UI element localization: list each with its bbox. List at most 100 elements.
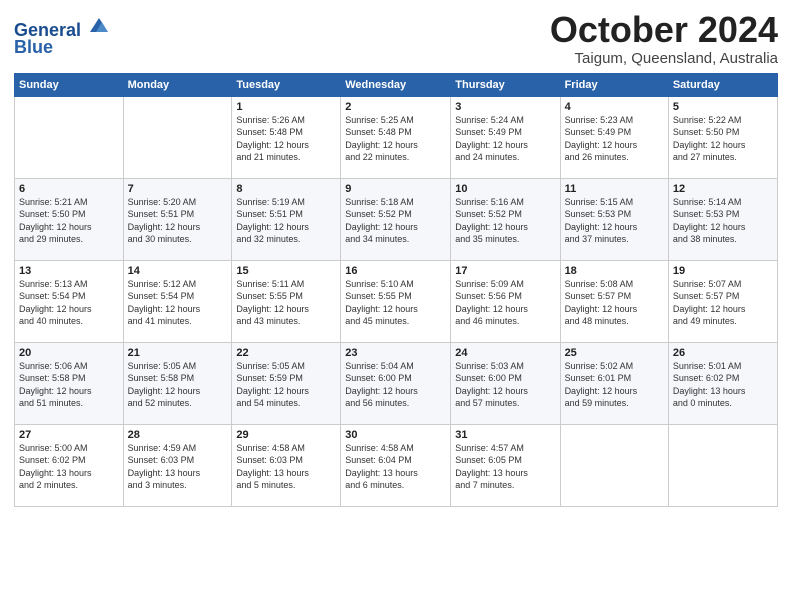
- day-info: Sunrise: 5:04 AM Sunset: 6:00 PM Dayligh…: [345, 360, 446, 410]
- table-row: 6Sunrise: 5:21 AM Sunset: 5:50 PM Daylig…: [15, 178, 124, 260]
- day-info: Sunrise: 5:20 AM Sunset: 5:51 PM Dayligh…: [128, 196, 228, 246]
- day-number: 3: [455, 101, 555, 113]
- page-header: General Blue October 2024 Taigum, Queens…: [14, 10, 778, 67]
- day-info: Sunrise: 5:01 AM Sunset: 6:02 PM Dayligh…: [673, 360, 773, 410]
- day-number: 1: [236, 101, 336, 113]
- day-info: Sunrise: 5:10 AM Sunset: 5:55 PM Dayligh…: [345, 278, 446, 328]
- table-row: 20Sunrise: 5:06 AM Sunset: 5:58 PM Dayli…: [15, 342, 124, 424]
- day-info: Sunrise: 5:26 AM Sunset: 5:48 PM Dayligh…: [236, 114, 336, 164]
- day-number: 13: [19, 265, 119, 277]
- day-number: 7: [128, 183, 228, 195]
- logo-text-block: General Blue: [14, 14, 110, 58]
- calendar-week-row: 13Sunrise: 5:13 AM Sunset: 5:54 PM Dayli…: [15, 260, 778, 342]
- day-info: Sunrise: 5:00 AM Sunset: 6:02 PM Dayligh…: [19, 442, 119, 492]
- table-row: 4Sunrise: 5:23 AM Sunset: 5:49 PM Daylig…: [560, 96, 668, 178]
- day-info: Sunrise: 4:58 AM Sunset: 6:04 PM Dayligh…: [345, 442, 446, 492]
- calendar-week-row: 1Sunrise: 5:26 AM Sunset: 5:48 PM Daylig…: [15, 96, 778, 178]
- day-number: 8: [236, 183, 336, 195]
- day-number: 17: [455, 265, 555, 277]
- day-number: 12: [673, 183, 773, 195]
- day-info: Sunrise: 5:22 AM Sunset: 5:50 PM Dayligh…: [673, 114, 773, 164]
- title-block: October 2024 Taigum, Queensland, Austral…: [550, 10, 778, 67]
- table-row: [123, 96, 232, 178]
- day-info: Sunrise: 5:21 AM Sunset: 5:50 PM Dayligh…: [19, 196, 119, 246]
- calendar-header-row: Sunday Monday Tuesday Wednesday Thursday…: [15, 73, 778, 96]
- day-info: Sunrise: 5:06 AM Sunset: 5:58 PM Dayligh…: [19, 360, 119, 410]
- table-row: 29Sunrise: 4:58 AM Sunset: 6:03 PM Dayli…: [232, 424, 341, 506]
- day-number: 18: [565, 265, 664, 277]
- day-info: Sunrise: 5:07 AM Sunset: 5:57 PM Dayligh…: [673, 278, 773, 328]
- table-row: [668, 424, 777, 506]
- day-number: 15: [236, 265, 336, 277]
- day-info: Sunrise: 5:13 AM Sunset: 5:54 PM Dayligh…: [19, 278, 119, 328]
- table-row: 28Sunrise: 4:59 AM Sunset: 6:03 PM Dayli…: [123, 424, 232, 506]
- day-info: Sunrise: 5:23 AM Sunset: 5:49 PM Dayligh…: [565, 114, 664, 164]
- day-number: 30: [345, 429, 446, 441]
- table-row: 13Sunrise: 5:13 AM Sunset: 5:54 PM Dayli…: [15, 260, 124, 342]
- day-info: Sunrise: 5:15 AM Sunset: 5:53 PM Dayligh…: [565, 196, 664, 246]
- day-number: 24: [455, 347, 555, 359]
- calendar-week-row: 6Sunrise: 5:21 AM Sunset: 5:50 PM Daylig…: [15, 178, 778, 260]
- day-info: Sunrise: 5:19 AM Sunset: 5:51 PM Dayligh…: [236, 196, 336, 246]
- header-monday: Monday: [123, 73, 232, 96]
- location-subtitle: Taigum, Queensland, Australia: [550, 50, 778, 67]
- day-info: Sunrise: 5:08 AM Sunset: 5:57 PM Dayligh…: [565, 278, 664, 328]
- table-row: 21Sunrise: 5:05 AM Sunset: 5:58 PM Dayli…: [123, 342, 232, 424]
- table-row: 1Sunrise: 5:26 AM Sunset: 5:48 PM Daylig…: [232, 96, 341, 178]
- day-number: 5: [673, 101, 773, 113]
- day-number: 23: [345, 347, 446, 359]
- day-info: Sunrise: 5:02 AM Sunset: 6:01 PM Dayligh…: [565, 360, 664, 410]
- table-row: 17Sunrise: 5:09 AM Sunset: 5:56 PM Dayli…: [451, 260, 560, 342]
- table-row: 10Sunrise: 5:16 AM Sunset: 5:52 PM Dayli…: [451, 178, 560, 260]
- table-row: 15Sunrise: 5:11 AM Sunset: 5:55 PM Dayli…: [232, 260, 341, 342]
- day-number: 29: [236, 429, 336, 441]
- table-row: 5Sunrise: 5:22 AM Sunset: 5:50 PM Daylig…: [668, 96, 777, 178]
- header-friday: Friday: [560, 73, 668, 96]
- calendar-week-row: 27Sunrise: 5:00 AM Sunset: 6:02 PM Dayli…: [15, 424, 778, 506]
- day-info: Sunrise: 5:03 AM Sunset: 6:00 PM Dayligh…: [455, 360, 555, 410]
- day-number: 11: [565, 183, 664, 195]
- day-info: Sunrise: 5:25 AM Sunset: 5:48 PM Dayligh…: [345, 114, 446, 164]
- day-number: 26: [673, 347, 773, 359]
- table-row: 14Sunrise: 5:12 AM Sunset: 5:54 PM Dayli…: [123, 260, 232, 342]
- header-sunday: Sunday: [15, 73, 124, 96]
- day-number: 19: [673, 265, 773, 277]
- day-number: 20: [19, 347, 119, 359]
- day-info: Sunrise: 4:59 AM Sunset: 6:03 PM Dayligh…: [128, 442, 228, 492]
- calendar-table: Sunday Monday Tuesday Wednesday Thursday…: [14, 73, 778, 507]
- day-number: 9: [345, 183, 446, 195]
- day-number: 2: [345, 101, 446, 113]
- header-saturday: Saturday: [668, 73, 777, 96]
- day-info: Sunrise: 5:12 AM Sunset: 5:54 PM Dayligh…: [128, 278, 228, 328]
- page-container: General Blue October 2024 Taigum, Queens…: [0, 0, 792, 513]
- day-number: 6: [19, 183, 119, 195]
- table-row: 19Sunrise: 5:07 AM Sunset: 5:57 PM Dayli…: [668, 260, 777, 342]
- header-wednesday: Wednesday: [341, 73, 451, 96]
- logo: General Blue: [14, 14, 110, 58]
- day-number: 10: [455, 183, 555, 195]
- table-row: 31Sunrise: 4:57 AM Sunset: 6:05 PM Dayli…: [451, 424, 560, 506]
- table-row: 27Sunrise: 5:00 AM Sunset: 6:02 PM Dayli…: [15, 424, 124, 506]
- day-number: 4: [565, 101, 664, 113]
- month-title: October 2024: [550, 10, 778, 50]
- day-number: 31: [455, 429, 555, 441]
- logo-icon: [88, 14, 110, 36]
- day-number: 16: [345, 265, 446, 277]
- day-number: 22: [236, 347, 336, 359]
- day-info: Sunrise: 5:18 AM Sunset: 5:52 PM Dayligh…: [345, 196, 446, 246]
- table-row: 8Sunrise: 5:19 AM Sunset: 5:51 PM Daylig…: [232, 178, 341, 260]
- table-row: 18Sunrise: 5:08 AM Sunset: 5:57 PM Dayli…: [560, 260, 668, 342]
- header-thursday: Thursday: [451, 73, 560, 96]
- calendar-week-row: 20Sunrise: 5:06 AM Sunset: 5:58 PM Dayli…: [15, 342, 778, 424]
- table-row: 26Sunrise: 5:01 AM Sunset: 6:02 PM Dayli…: [668, 342, 777, 424]
- table-row: 7Sunrise: 5:20 AM Sunset: 5:51 PM Daylig…: [123, 178, 232, 260]
- day-info: Sunrise: 5:16 AM Sunset: 5:52 PM Dayligh…: [455, 196, 555, 246]
- table-row: 3Sunrise: 5:24 AM Sunset: 5:49 PM Daylig…: [451, 96, 560, 178]
- day-info: Sunrise: 5:05 AM Sunset: 5:59 PM Dayligh…: [236, 360, 336, 410]
- day-info: Sunrise: 5:05 AM Sunset: 5:58 PM Dayligh…: [128, 360, 228, 410]
- day-info: Sunrise: 5:14 AM Sunset: 5:53 PM Dayligh…: [673, 196, 773, 246]
- table-row: 9Sunrise: 5:18 AM Sunset: 5:52 PM Daylig…: [341, 178, 451, 260]
- table-row: 23Sunrise: 5:04 AM Sunset: 6:00 PM Dayli…: [341, 342, 451, 424]
- table-row: 30Sunrise: 4:58 AM Sunset: 6:04 PM Dayli…: [341, 424, 451, 506]
- day-number: 14: [128, 265, 228, 277]
